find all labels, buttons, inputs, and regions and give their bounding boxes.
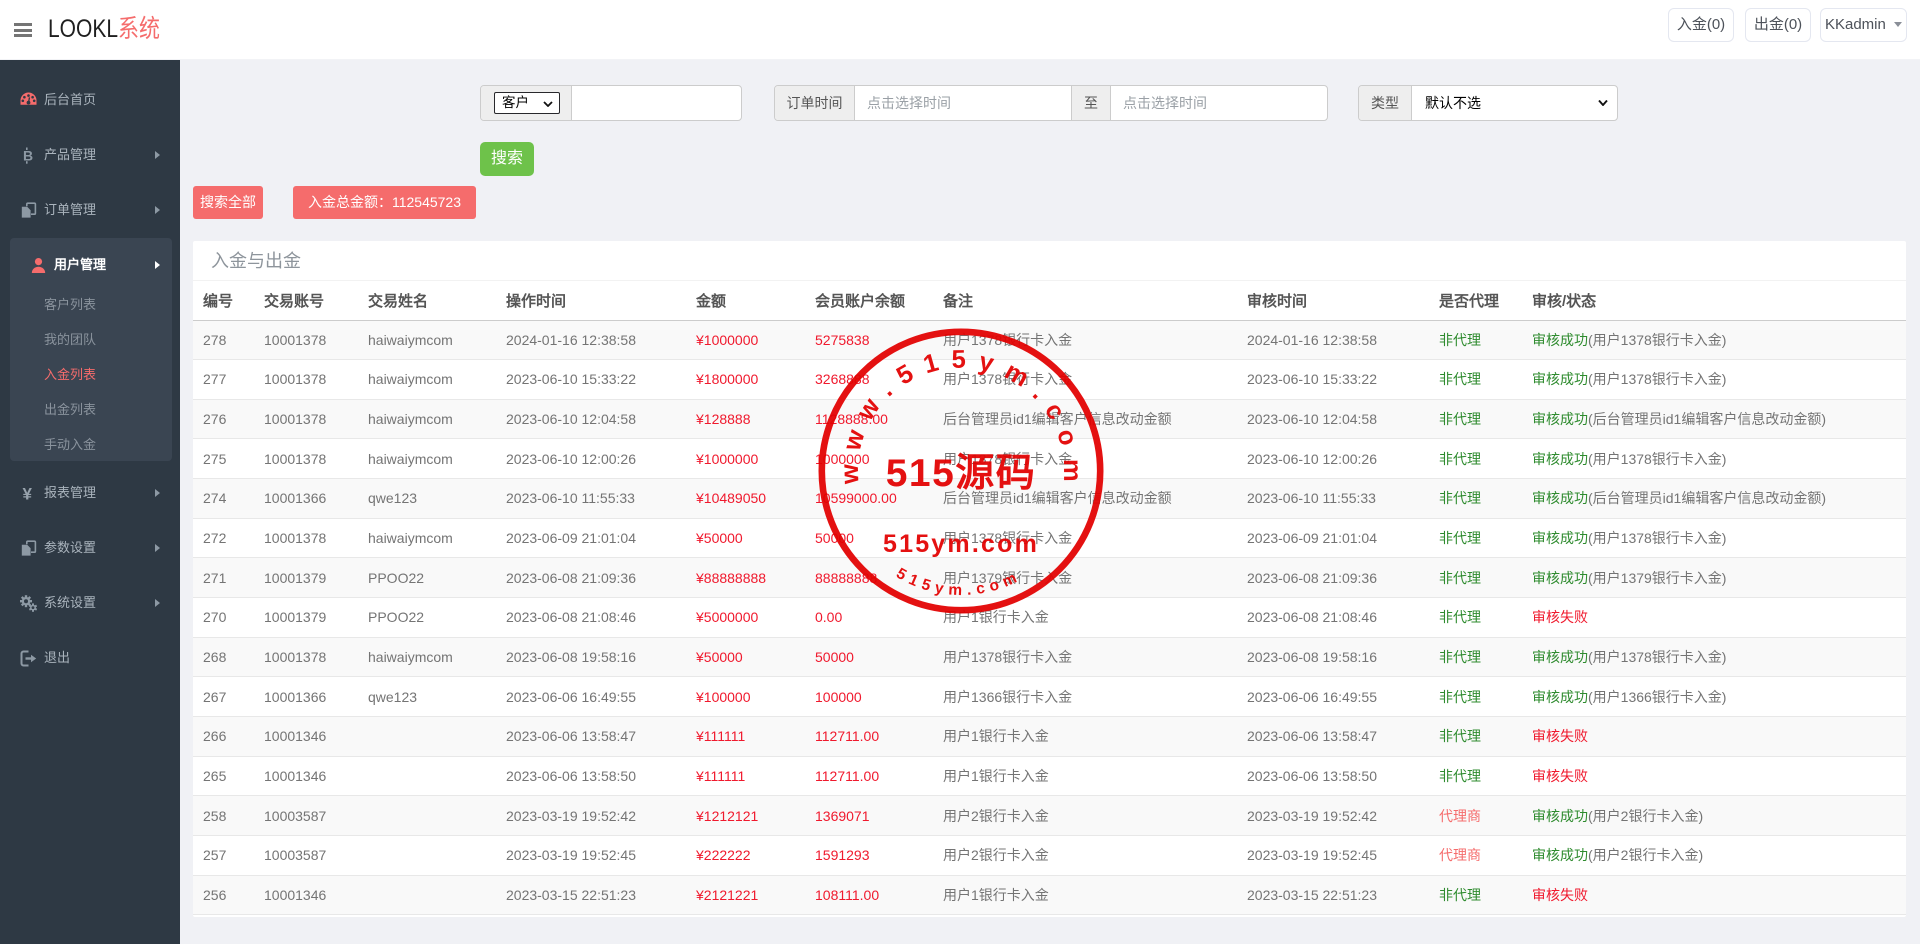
svg-text:515源码: 515源码 — [886, 452, 1037, 495]
svg-text:515ym.com: 515ym.com — [893, 565, 1019, 599]
svg-text:B: B — [23, 148, 33, 164]
svg-text:515ym.com: 515ym.com — [883, 530, 1039, 558]
svg-text:¥: ¥ — [23, 485, 33, 502]
